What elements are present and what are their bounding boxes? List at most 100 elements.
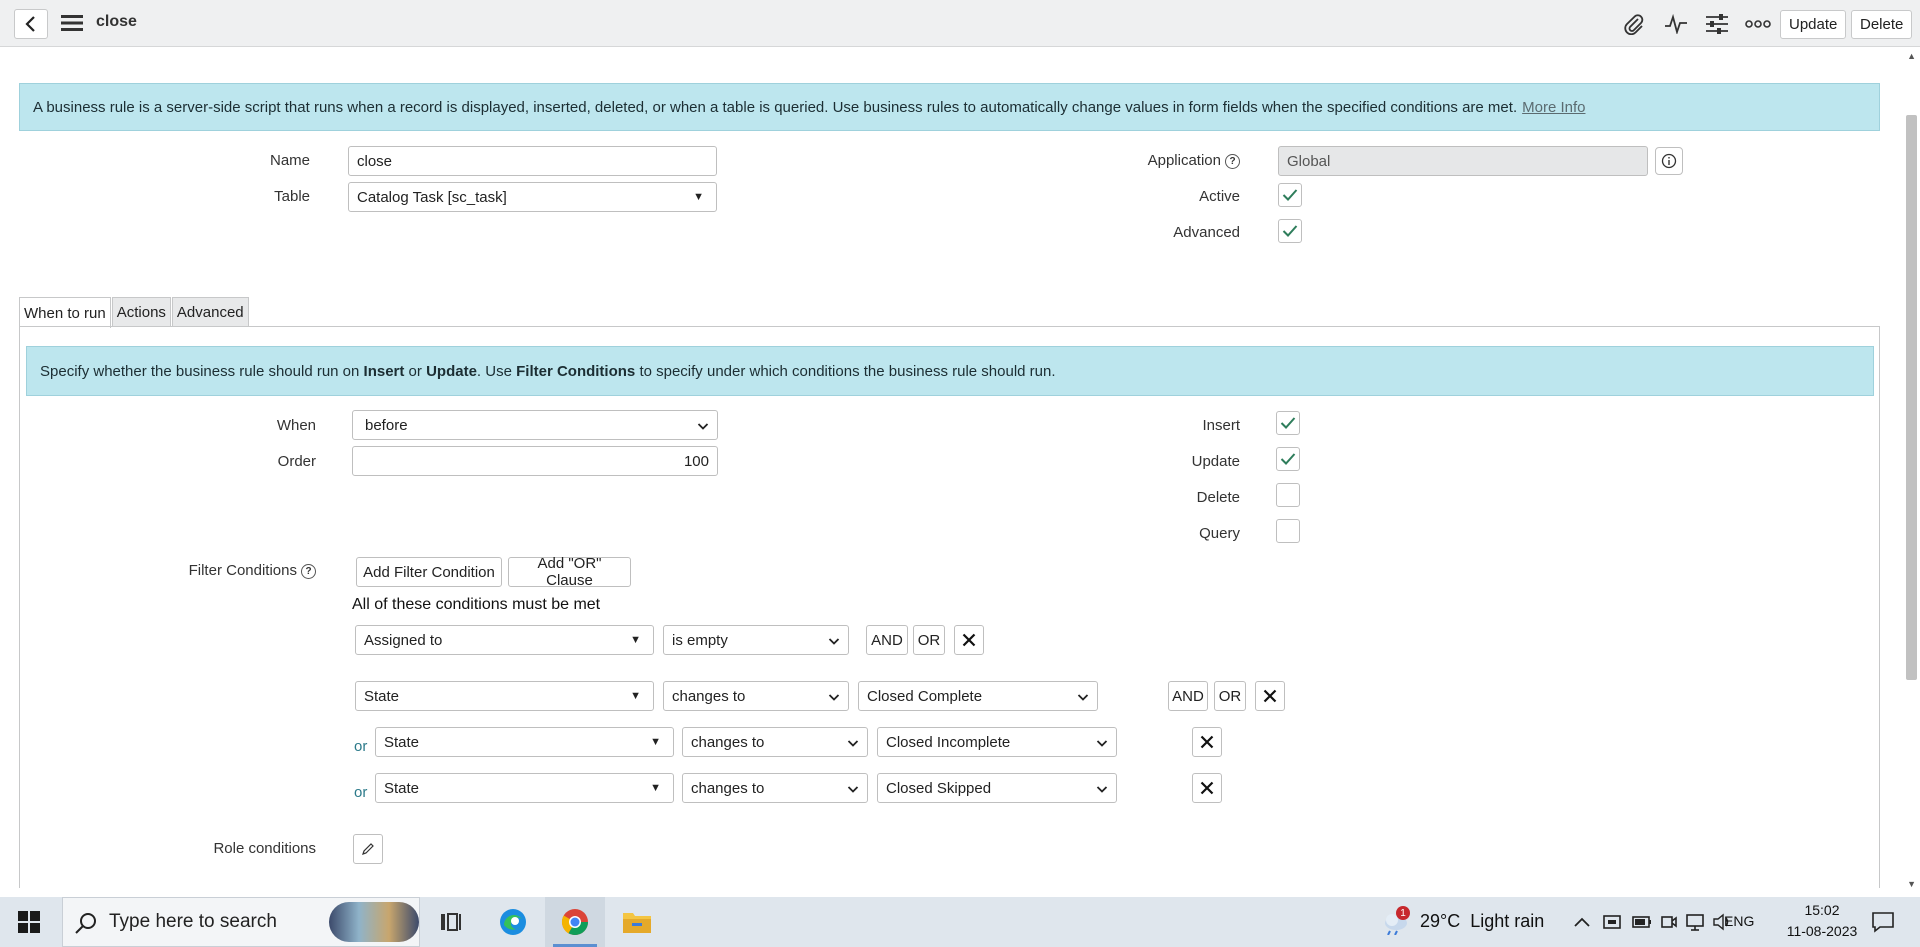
chrome-browser-icon[interactable] <box>558 905 592 939</box>
name-input[interactable]: close <box>348 146 717 176</box>
or-button[interactable]: OR <box>1214 681 1246 711</box>
advanced-label: Advanced <box>1173 224 1240 241</box>
condition-value: Closed Skipped <box>886 779 992 797</box>
condition-field-select[interactable]: State ▼ <box>375 773 674 803</box>
condition-operator-value: changes to <box>691 733 765 751</box>
help-icon[interactable]: ? <box>301 563 316 579</box>
condition-field-select[interactable]: Assigned to ▼ <box>355 625 654 655</box>
windows-taskbar: Type here to search 1 29°C Light rain EN… <box>0 897 1920 947</box>
query-label: Query <box>1199 525 1240 542</box>
add-filter-condition-button[interactable]: Add Filter Condition <box>356 557 502 587</box>
condition-value: Closed Incomplete <box>886 733 1011 751</box>
spec-filter-conditions: Filter Conditions <box>516 362 636 380</box>
order-input[interactable]: 100 <box>352 446 718 476</box>
tab-advanced[interactable]: Advanced <box>171 297 249 327</box>
condition-value-select[interactable]: Closed Complete <box>858 681 1098 711</box>
when-label: When <box>276 417 316 434</box>
more-options-icon[interactable] <box>1744 11 1772 37</box>
condition-operator-select[interactable]: is empty <box>663 625 849 655</box>
add-or-clause-button[interactable]: Add "OR" Clause <box>508 555 631 589</box>
tab-actions[interactable]: Actions <box>111 297 171 327</box>
language-indicator[interactable]: ENG <box>1724 913 1754 929</box>
conditions-heading: All of these conditions must be met <box>352 596 601 613</box>
back-button[interactable] <box>14 9 48 39</box>
attachment-icon[interactable] <box>1620 11 1648 37</box>
update-button[interactable]: Update <box>1780 10 1847 39</box>
order-label: Order <box>277 453 316 470</box>
and-button[interactable]: AND <box>1168 681 1208 711</box>
condition-operator-select[interactable]: changes to <box>663 681 849 711</box>
delete-checkbox[interactable] <box>1276 483 1300 507</box>
chevron-down-icon <box>828 694 840 701</box>
taskbar-search-placeholder: Type here to search <box>109 911 277 932</box>
condition-field-select[interactable]: State ▼ <box>375 727 674 757</box>
and-button[interactable]: AND <box>866 625 908 655</box>
edge-browser-icon[interactable] <box>496 905 530 939</box>
condition-value-select[interactable]: Closed Skipped <box>877 773 1117 803</box>
remove-condition-button[interactable] <box>1192 727 1222 757</box>
taskbar-search-box[interactable]: Type here to search <box>62 897 420 947</box>
or-button[interactable]: OR <box>913 625 945 655</box>
scrollbar[interactable]: ▲ ▼ <box>1903 47 1920 897</box>
activity-icon[interactable] <box>1662 11 1690 37</box>
active-checkbox[interactable] <box>1278 183 1302 207</box>
help-icon[interactable]: ? <box>1225 153 1240 169</box>
windows-start-icon[interactable] <box>12 905 46 939</box>
insert-label: Insert <box>1202 417 1240 434</box>
when-select-value: before <box>365 416 408 434</box>
info-banner: A business rule is a server-side script … <box>19 83 1880 131</box>
role-conditions-label: Role conditions <box>213 840 316 857</box>
chevron-down-icon <box>697 423 709 430</box>
close-icon <box>1263 689 1277 703</box>
application-label-text: Application <box>1147 152 1221 169</box>
application-field: Global <box>1278 146 1648 176</box>
scroll-down-arrow-icon[interactable]: ▼ <box>1907 879 1916 889</box>
remove-condition-button[interactable] <box>954 625 984 655</box>
condition-field-select[interactable]: State ▼ <box>355 681 654 711</box>
update-checkbox[interactable] <box>1276 447 1300 471</box>
query-checkbox[interactable] <box>1276 519 1300 543</box>
insert-checkbox[interactable] <box>1276 411 1300 435</box>
tab-when-to-run[interactable]: When to run <box>19 297 111 328</box>
form-tabs: When to run Actions Advanced <box>19 297 250 328</box>
weather-text[interactable]: 29°C Light rain <box>1420 911 1544 932</box>
spec-update: Update <box>426 362 477 380</box>
scrollbar-thumb[interactable] <box>1906 115 1917 680</box>
dropdown-caret-icon: ▼ <box>630 634 641 646</box>
advanced-checkbox[interactable] <box>1278 219 1302 243</box>
more-info-link[interactable]: More Info <box>1522 99 1585 116</box>
form-header: close Update Delete <box>0 0 1920 47</box>
condition-value-select[interactable]: Closed Incomplete <box>877 727 1117 757</box>
update-label: Update <box>1191 453 1240 470</box>
dropdown-caret-icon: ▼ <box>650 736 661 748</box>
remove-condition-button[interactable] <box>1255 681 1285 711</box>
chevron-down-icon <box>1096 786 1108 793</box>
tab-panel <box>19 326 1880 888</box>
table-select[interactable]: Catalog Task [sc_task] ▼ <box>348 182 717 212</box>
task-view-icon[interactable] <box>434 905 468 939</box>
condition-operator-value: changes to <box>691 779 765 797</box>
onedrive-icon[interactable] <box>1595 905 1629 939</box>
file-explorer-icon[interactable] <box>620 905 654 939</box>
scroll-up-arrow-icon[interactable]: ▲ <box>1907 51 1916 61</box>
condition-operator-select[interactable]: changes to <box>682 727 868 757</box>
dropdown-caret-icon: ▼ <box>693 191 704 203</box>
clock-time[interactable]: 15:02 <box>1790 902 1854 918</box>
close-icon <box>1200 781 1214 795</box>
chevron-up-icon[interactable] <box>1565 905 1599 939</box>
pencil-icon <box>362 843 374 855</box>
clock-date[interactable]: 11-08-2023 <box>1782 923 1862 939</box>
notifications-icon[interactable] <box>1866 905 1900 939</box>
application-label: Application? <box>1100 152 1240 169</box>
hamburger-menu-icon[interactable] <box>60 13 84 33</box>
chevron-down-icon <box>1096 740 1108 747</box>
condition-operator-value: changes to <box>672 687 746 705</box>
settings-sliders-icon[interactable] <box>1703 11 1731 37</box>
application-info-button[interactable] <box>1655 147 1683 175</box>
delete-button[interactable]: Delete <box>1851 10 1913 39</box>
remove-condition-button[interactable] <box>1192 773 1222 803</box>
edit-role-conditions-button[interactable] <box>353 834 383 864</box>
when-select[interactable]: before <box>352 410 718 440</box>
condition-operator-select[interactable]: changes to <box>682 773 868 803</box>
or-prefix: or <box>354 738 368 755</box>
